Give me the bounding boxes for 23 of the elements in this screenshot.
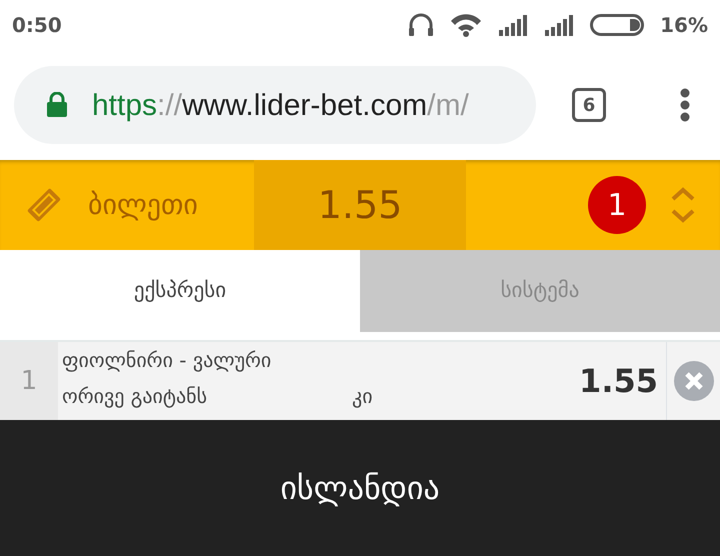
ticket-label: ბილეთი (88, 187, 198, 223)
wifi-icon (450, 13, 482, 37)
league-title: ისლანდია (280, 468, 440, 509)
clock-text: 0:50 (12, 12, 62, 39)
row-number: 1 (20, 364, 38, 398)
count-badge: 1 (588, 176, 646, 234)
tab-count-button[interactable]: 6 (572, 88, 606, 122)
bet-odds: 1.55 (579, 361, 659, 402)
lock-icon (46, 92, 68, 118)
battery-text: 16% (660, 12, 708, 39)
pick-text: კი (352, 383, 373, 410)
signal-icon (544, 14, 574, 36)
expand-icon[interactable] (670, 185, 696, 225)
menu-icon[interactable] (680, 88, 690, 122)
headphones-icon (408, 13, 434, 37)
market-name: ორივე გაიტანს (62, 383, 208, 410)
signal-icon (498, 14, 528, 36)
battery-icon (590, 14, 644, 36)
address-bar[interactable]: https://www.lider-bet.com/m/ (14, 66, 536, 144)
close-icon[interactable] (674, 361, 714, 401)
match-name: ფიოლნირი - ვალური (62, 347, 272, 374)
total-odds: 1.55 (254, 160, 466, 250)
url-text: https://www.lider-bet.com/m/ (92, 88, 469, 124)
